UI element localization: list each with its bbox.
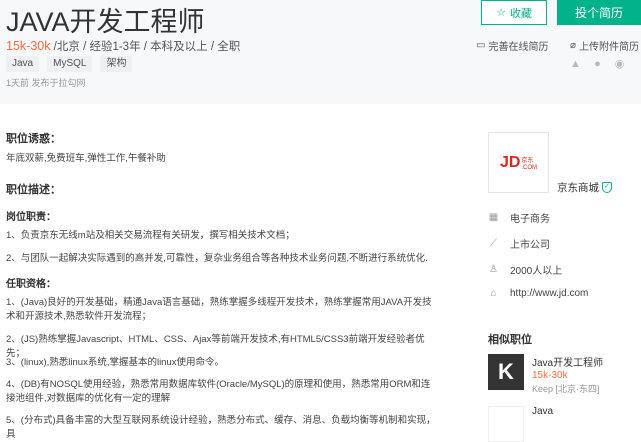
jd-logo: JD 京东 .COM [500, 154, 537, 172]
jd-logo-sub: 京东 .COM [521, 158, 537, 172]
home-icon: ⌂ [490, 288, 497, 299]
online-resume-label: 完善在线简历 [488, 42, 549, 53]
jd-logo-sub-com: .COM [521, 164, 538, 171]
requirement-item: 4、(DB)有NOSQL使用经验，熟悉常用数据库软件(Oracle/MySQL)… [6, 379, 431, 404]
job-meta-text: /北京 / 经验1-3年 / 本科及以上 / 全职 [50, 41, 241, 53]
similar-job-item[interactable]: Java [488, 406, 553, 442]
job-tags: Java MySQL 架构 [6, 56, 133, 72]
company-logo[interactable]: JD 京东 .COM [488, 132, 549, 193]
company-size-row: ♙ 2000人以上 [488, 262, 562, 277]
upload-resume-label: 上传附件简历 [579, 42, 640, 53]
verified-shield-icon: ✓ [602, 182, 612, 193]
job-salary: 15k-30k [6, 39, 51, 53]
keep-logo: K [488, 354, 524, 390]
online-resume-link[interactable]: ▭ 完善在线简历 [476, 38, 548, 53]
job-tag[interactable]: Java [6, 56, 40, 72]
company-field: 电子商务 [510, 214, 550, 225]
requirement-item: 5、(分布式)具备丰富的大型互联网系统设计经验，熟悉分布式、缓存、消息、负载均衡… [6, 415, 436, 440]
temptation-title: 职位诱惑： [6, 133, 61, 145]
collect-button[interactable]: ☆ 收藏 [481, 0, 547, 25]
paperclip-icon: ⌀ [570, 40, 577, 51]
duty-title: 岗位职责： [6, 212, 56, 223]
company-stage: 上市公司 [510, 240, 550, 251]
jd-logo-sub-cn: 京东 [521, 157, 534, 164]
apply-button[interactable]: 投个简历 [557, 0, 641, 25]
similar-job-item[interactable]: K Java开发工程师 15k-30k Keep [北京·东四] [488, 354, 603, 395]
temptation-text: 年底双薪,免费班车,弹性工作,午餐补助 [6, 153, 166, 164]
job-title: JAVA开发工程师 [6, 7, 205, 37]
resume-icon: ▭ [476, 40, 486, 51]
company-site-row: ⌂ http://www.jd.com [488, 288, 588, 299]
company-name[interactable]: 京东商城 ✓ [557, 180, 612, 195]
upload-resume-link[interactable]: ⌀ 上传附件简历 [570, 38, 639, 53]
similar-job-company: Keep [北京·东四] [532, 384, 600, 394]
job-meta: 15k-30k /北京 / 经验1-3年 / 本科及以上 / 全职 [6, 38, 240, 54]
similar-job-text: Java [532, 406, 553, 442]
grid-icon: ▦ [488, 212, 499, 223]
company-site[interactable]: http://www.jd.com [510, 288, 588, 299]
weibo-icon[interactable]: ◉ [613, 58, 626, 71]
jd-logo-text: JD [499, 153, 521, 171]
job-header: JAVA开发工程师 15k-30k /北京 / 经验1-3年 / 本科及以上 /… [0, 0, 641, 104]
star-icon: ☆ [496, 7, 506, 19]
similar-job-name: Java开发工程师 [532, 358, 604, 369]
trend-icon: ⟋ [490, 238, 497, 249]
similar-job-text: Java开发工程师 15k-30k Keep [北京·东四] [532, 354, 603, 395]
requirement-item: 3、(linux),熟悉linux系统,掌握基本的linux使用命令。 [6, 357, 225, 368]
duty-item: 2、与团队一起解决实际遇到的高并发,可靠性，复杂业务组合等各种技术业务问题,不断… [6, 253, 428, 264]
share-icons: ▲ ● ◉ [569, 58, 626, 71]
description-title: 职位描述： [6, 184, 61, 196]
requirement-title: 任职资格： [6, 279, 56, 290]
collect-label: 收藏 [509, 7, 532, 20]
similar-job-salary: 15k-30k [532, 370, 568, 381]
person-icon: ♙ [489, 264, 498, 275]
company-logo-small [488, 406, 524, 442]
alert-icon[interactable]: ▲ [569, 58, 582, 71]
similar-job-name: Java [532, 406, 554, 417]
company-size: 2000人以上 [510, 266, 563, 277]
duty-item: 1、负责京东无线m站及相关交易流程有关研发，撰写相关技术文档； [6, 230, 295, 241]
similar-jobs-title: 相似职位 [488, 334, 532, 346]
company-stage-row: ⟋ 上市公司 [488, 236, 550, 251]
job-tag[interactable]: 架构 [100, 56, 133, 72]
company-field-row: ▦ 电子商务 [488, 210, 550, 225]
requirement-item: 1、(Java)良好的开发基础，精通Java语言基础，熟练掌握多线程开发技术，熟… [6, 297, 432, 322]
wechat-icon[interactable]: ● [591, 58, 604, 71]
job-tag[interactable]: MySQL [47, 56, 93, 72]
company-name-text: 京东商城 [557, 182, 599, 194]
publish-time: 1天前 发布于拉勾网 [6, 78, 86, 88]
